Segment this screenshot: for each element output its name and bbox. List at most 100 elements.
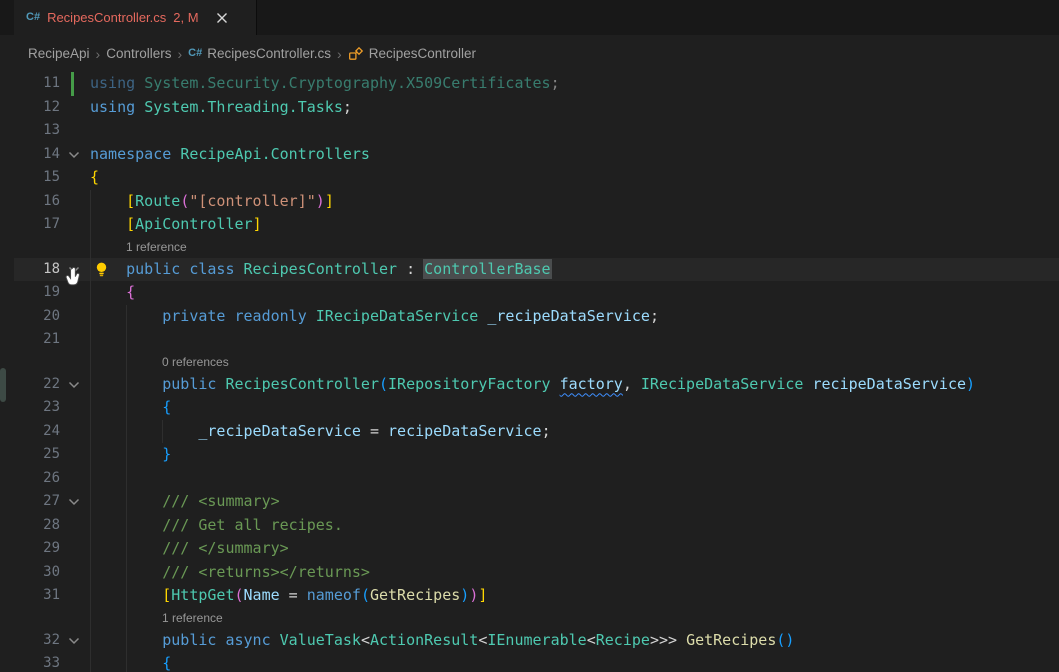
code-line[interactable]: 18 public class RecipesController : Cont… <box>14 258 1059 282</box>
line-number[interactable]: 25 <box>43 443 60 467</box>
code-line[interactable]: 11using System.Security.Cryptography.X50… <box>14 72 1059 96</box>
code-line[interactable]: 15{ <box>14 166 1059 190</box>
line-number[interactable]: 26 <box>43 467 60 491</box>
line-number[interactable]: 15 <box>43 166 60 190</box>
close-icon[interactable] <box>212 8 232 28</box>
code-editor[interactable]: 11using System.Security.Cryptography.X50… <box>14 72 1059 672</box>
code-line[interactable]: 23 { <box>14 396 1059 420</box>
line-number[interactable]: 12 <box>43 96 60 120</box>
code-line-text: private readonly IRecipeDataService _rec… <box>90 305 659 329</box>
fold-chevron-down-icon[interactable] <box>66 377 82 393</box>
code-line[interactable]: 13 <box>14 119 1059 143</box>
line-number[interactable]: 30 <box>43 561 60 585</box>
indent-guide <box>90 352 91 373</box>
indent-guide <box>90 652 91 672</box>
code-line-text: [HttpGet(Name = nameof(GetRecipes))] <box>90 584 487 608</box>
code-line[interactable]: 16 [Route("[controller]")] <box>14 190 1059 214</box>
line-number[interactable]: 29 <box>43 537 60 561</box>
breadcrumb-item-controllers[interactable]: Controllers <box>106 46 171 61</box>
gutter-change-indicator[interactable] <box>71 72 74 96</box>
line-number[interactable]: 11 <box>43 72 60 96</box>
code-line[interactable]: 21 <box>14 328 1059 352</box>
editor-gutter: 27 <box>14 490 90 514</box>
breadcrumb-item-recipeapi[interactable]: RecipeApi <box>28 46 90 61</box>
line-number[interactable]: 27 <box>43 490 60 514</box>
code-line[interactable]: 26 <box>14 467 1059 491</box>
indent-guide <box>90 490 91 514</box>
line-number[interactable]: 18 <box>43 258 60 282</box>
code-line-text: /// Get all recipes. <box>90 514 343 538</box>
indent-guide <box>90 467 91 491</box>
code-line-text: { <box>90 281 135 305</box>
line-number[interactable]: 17 <box>43 213 60 237</box>
editor-gutter: 16 <box>14 190 90 214</box>
line-number[interactable]: 24 <box>43 420 60 444</box>
line-number[interactable]: 20 <box>43 305 60 329</box>
csharp-file-icon: C# <box>188 48 202 59</box>
codelens-label[interactable]: 1 reference <box>14 608 223 629</box>
code-line[interactable]: 19 { <box>14 281 1059 305</box>
code-line-text: using System.Threading.Tasks; <box>90 96 352 120</box>
code-line[interactable]: 33 { <box>14 652 1059 672</box>
code-line[interactable]: 31 [HttpGet(Name = nameof(GetRecipes))] <box>14 584 1059 608</box>
code-line[interactable]: 30 /// <returns></returns> <box>14 561 1059 585</box>
line-number[interactable]: 33 <box>43 652 60 672</box>
lightbulb-icon[interactable] <box>94 261 110 278</box>
code-line[interactable]: 27 /// <summary> <box>14 490 1059 514</box>
code-line[interactable]: 12 using System.Threading.Tasks; <box>14 96 1059 120</box>
indent-guide <box>90 629 91 653</box>
line-number[interactable]: 19 <box>43 281 60 305</box>
codelens-reference[interactable]: 0 references <box>14 352 1059 373</box>
code-line[interactable]: 32 public async ValueTask<ActionResult<I… <box>14 629 1059 653</box>
codelens-reference[interactable]: 1 reference <box>14 608 1059 629</box>
indent-guide <box>126 514 127 538</box>
line-number[interactable]: 16 <box>43 190 60 214</box>
vscode-editor-window: C# RecipesController.cs 2, M RecipeApi › C… <box>0 0 1059 672</box>
breadcrumb-separator-icon: › <box>96 47 101 61</box>
indent-guide <box>90 305 91 329</box>
code-line[interactable]: 24 _recipeDataService = recipeDataServic… <box>14 420 1059 444</box>
code-line[interactable]: 20 private readonly IRecipeDataService _… <box>14 305 1059 329</box>
line-number[interactable]: 31 <box>43 584 60 608</box>
indent-guide <box>126 467 127 491</box>
line-number[interactable]: 22 <box>43 373 60 397</box>
breadcrumb-label: RecipeApi <box>28 46 90 61</box>
line-number[interactable]: 14 <box>43 143 60 167</box>
indent-guide <box>126 561 127 585</box>
code-line[interactable]: 22 public RecipesController(IRepositoryF… <box>14 373 1059 397</box>
indent-guide <box>126 584 127 608</box>
line-number[interactable]: 13 <box>43 119 60 143</box>
code-line[interactable]: 28 /// Get all recipes. <box>14 514 1059 538</box>
indent-guide <box>162 420 163 444</box>
editor-gutter: 28 <box>14 514 90 538</box>
line-number[interactable]: 23 <box>43 396 60 420</box>
line-number[interactable]: 32 <box>43 629 60 653</box>
editor-gutter: 24 <box>14 420 90 444</box>
codelens-label[interactable]: 1 reference <box>14 237 187 258</box>
code-line[interactable]: 29 /// </summary> <box>14 537 1059 561</box>
fold-chevron-down-icon[interactable] <box>66 494 82 510</box>
line-number[interactable]: 21 <box>43 328 60 352</box>
fold-chevron-down-icon[interactable] <box>66 147 82 163</box>
squiggle-underlined-token: factory <box>560 375 623 393</box>
indent-guide <box>126 328 127 352</box>
indent-guide <box>126 629 127 653</box>
code-line-text: } <box>90 443 171 467</box>
code-line[interactable]: 14namespace RecipeApi.Controllers <box>14 143 1059 167</box>
fold-chevron-down-icon[interactable] <box>66 262 82 278</box>
line-number[interactable]: 28 <box>43 514 60 538</box>
indent-guide <box>126 490 127 514</box>
breadcrumb-item-recipescontroller[interactable]: RecipesController <box>348 46 476 62</box>
code-line-text: { <box>90 652 171 672</box>
tab-recipescontroller[interactable]: C# RecipesController.cs 2, M <box>14 0 257 35</box>
breadcrumb-item-recipescontroller-cs[interactable]: C#RecipesController.cs <box>188 46 331 61</box>
code-line[interactable]: 25 } <box>14 443 1059 467</box>
fold-chevron-down-icon[interactable] <box>66 633 82 649</box>
indent-guide <box>90 328 91 352</box>
codelens-reference[interactable]: 1 reference <box>14 237 1059 258</box>
codelens-label[interactable]: 0 references <box>14 352 229 373</box>
code-line[interactable]: 17 [ApiController] <box>14 213 1059 237</box>
code-line-text: /// </summary> <box>90 537 289 561</box>
indent-guide <box>90 373 91 397</box>
indent-guide <box>126 396 127 420</box>
